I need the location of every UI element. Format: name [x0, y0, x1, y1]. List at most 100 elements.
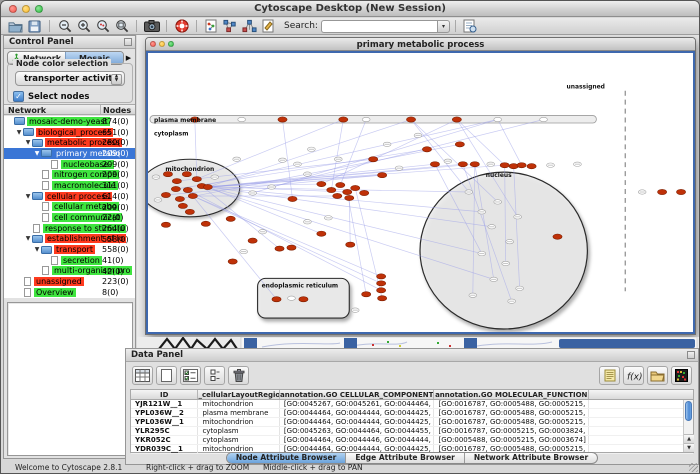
unselect-attributes-button[interactable]	[204, 366, 225, 385]
layout-grid-icon[interactable]	[221, 19, 240, 34]
search-input[interactable]	[321, 20, 437, 33]
zoom-fit-icon[interactable]	[112, 19, 131, 34]
tree-row[interactable]: mosaic-demo-yeast874(0)	[4, 116, 135, 127]
select-nodes-label: Select nodes	[28, 92, 89, 102]
zoom-in-icon[interactable]	[74, 19, 93, 34]
resize-grip[interactable]	[689, 463, 698, 472]
background-windows	[137, 335, 700, 348]
window-titlebar[interactable]: Cytoscape Desktop (New Session)	[1, 1, 699, 17]
disclosure-triangle-icon[interactable]: ▼	[24, 193, 32, 200]
function-builder-button[interactable]: f(x)	[623, 366, 644, 385]
notepad-button[interactable]	[599, 366, 620, 385]
network-canvas[interactable]: plasma membranecytoplasmmitochondrionnuc…	[146, 51, 695, 334]
tree-row[interactable]: response to stimulu264(0)	[4, 223, 135, 234]
zoom-selected-icon[interactable]	[93, 19, 112, 34]
birdseye-view[interactable]	[7, 302, 133, 456]
tree-row[interactable]: ▼cellular process614(0)	[4, 191, 135, 202]
tree-row[interactable]: unassigned223(0)	[4, 276, 135, 287]
disclosure-triangle-icon[interactable]: ▼	[24, 235, 32, 242]
node-color-select[interactable]: transporter activity ▲▼	[15, 71, 125, 86]
table-header-row: ID_cellularLayoutRegionannotation.GO CEL…	[131, 390, 693, 400]
snapshot-icon[interactable]	[142, 19, 161, 34]
disclosure-triangle-icon[interactable]: ▼	[33, 150, 41, 157]
help-icon[interactable]	[172, 19, 191, 34]
float-panel-icon[interactable]	[124, 38, 132, 46]
column-header[interactable]: _cellularLayoutRegion	[198, 390, 279, 399]
svg-text:cytoplasm: cytoplasm	[154, 130, 188, 137]
tree-row[interactable]: macromolecule311(0)	[4, 180, 135, 191]
table-cell: [GO:0016787, GO:0005488, GO:0005215, G..…	[434, 409, 589, 417]
new-attribute-button[interactable]	[156, 366, 177, 385]
tree-row[interactable]: ▼biological_process651(0)	[4, 127, 135, 138]
file-icon	[51, 160, 58, 169]
tree-row-count: 280(0)	[102, 138, 129, 147]
attribute-table-button[interactable]	[132, 366, 153, 385]
disclosure-triangle-icon[interactable]: ▼	[24, 139, 32, 146]
table-row[interactable]: YLR295Ccytoplasm[GO:0045263, GO:0044464,…	[131, 427, 693, 436]
open-icon[interactable]	[6, 19, 25, 34]
disclosure-triangle-icon[interactable]: ▼	[15, 129, 23, 136]
network-node	[226, 216, 235, 221]
save-icon[interactable]	[25, 19, 44, 34]
disclosure-triangle-icon[interactable]: ▼	[33, 246, 41, 253]
tab-overflow-arrow[interactable]: ▶	[124, 54, 133, 62]
table-cell: [GO:0044464, GO:0044444, GO:0044425, G..…	[280, 409, 435, 417]
table-scrollbar[interactable]: ▲ ▼	[683, 400, 693, 452]
tab-node-attribute-browser[interactable]: Node Attribute Browser	[227, 453, 346, 463]
network-edge	[193, 196, 381, 283]
tree-row[interactable]: nitrogen compo209(0)	[4, 169, 135, 180]
file-icon	[42, 213, 49, 222]
background-window-edge	[344, 338, 357, 348]
tree-row[interactable]: cell communicat22(0)	[4, 212, 135, 223]
select-attributes-button[interactable]	[180, 366, 201, 385]
float-panel-icon[interactable]	[687, 351, 695, 359]
tab-edge-attribute-browser[interactable]: Edge Attribute Browser	[346, 453, 465, 463]
tree-row[interactable]: ▼establishment of lo558(0)	[4, 234, 135, 245]
tree-row[interactable]: ▼metabolic process280(0)	[4, 137, 135, 148]
zoom-out-icon[interactable]	[55, 19, 74, 34]
network-node	[362, 292, 371, 297]
table-row[interactable]: YPL036W__2plasma membrane[GO:0044464, GO…	[131, 409, 693, 418]
select-nodes-checkbox[interactable]: ✓	[13, 91, 24, 102]
tree-row-label: unassigned	[34, 277, 84, 286]
file-icon	[42, 266, 49, 275]
tree-row[interactable]: secretion41(0)	[4, 255, 135, 266]
network-node	[288, 196, 297, 201]
folder-icon	[41, 246, 52, 254]
status-pan-hint: Middle-click + drag to PAN	[263, 463, 363, 472]
column-header[interactable]: annotation.GO MOLECULAR_FUNCTION	[434, 390, 589, 399]
network-edge	[193, 196, 381, 276]
import-attributes-button[interactable]	[647, 366, 668, 385]
search-go-icon[interactable]	[461, 19, 480, 34]
network-view-window[interactable]: primary metabolic process plasma membran…	[145, 37, 696, 335]
scroll-up-icon[interactable]: ▲	[684, 434, 694, 443]
tree-row-count: 8(0)	[102, 288, 118, 297]
tree-row[interactable]: ▼primary metabo209(0)	[4, 148, 135, 159]
layout-organic-icon[interactable]	[240, 19, 259, 34]
table-row[interactable]: YKR052Ccytoplasm[GO:0044464, GO:0044446,…	[131, 436, 693, 445]
table-row[interactable]: YPL036W__1mitochondrion[GO:0044464, GO:0…	[131, 418, 693, 427]
network-node	[201, 221, 210, 226]
column-header[interactable]: annotation.GO CELLULAR_COMPONENT	[280, 390, 435, 399]
scrollbar-thumb[interactable]	[685, 401, 692, 421]
network-node	[377, 288, 386, 293]
tree-row[interactable]: cellular metabo209(0)	[4, 202, 135, 213]
tree-row[interactable]: Overview8(0)	[4, 287, 135, 298]
tree-row[interactable]: nucleobase-209(0)	[4, 159, 135, 170]
import-network-icon[interactable]	[202, 19, 221, 34]
table-row[interactable]: YJR121W__1mitochondrion[GO:0045267, GO:0…	[131, 400, 693, 409]
status-bar: Welcome to Cytoscape 2.8.1 Right-click +…	[1, 463, 699, 473]
delete-attribute-button[interactable]	[228, 366, 249, 385]
search-dropdown-button[interactable]: ▾	[437, 20, 450, 33]
tree-row[interactable]: ▼transport558(0)	[4, 244, 135, 255]
control-panel-title: Control Panel	[9, 37, 74, 47]
status-zoom-hint: Right-click + drag to ZOOM	[146, 463, 249, 472]
table-cell: mitochondrion	[198, 418, 279, 426]
tab-network-attribute-browser[interactable]: Network Attribute Browser	[465, 453, 597, 463]
table-cell: plasma membrane	[198, 409, 279, 417]
column-header[interactable]: ID	[131, 390, 198, 399]
annotation-icon[interactable]	[259, 19, 278, 34]
network-window-titlebar[interactable]: primary metabolic process	[146, 38, 695, 51]
tree-row[interactable]: multi-organism pro42(0)	[4, 266, 135, 277]
attribute-matrix-button[interactable]	[671, 366, 692, 385]
